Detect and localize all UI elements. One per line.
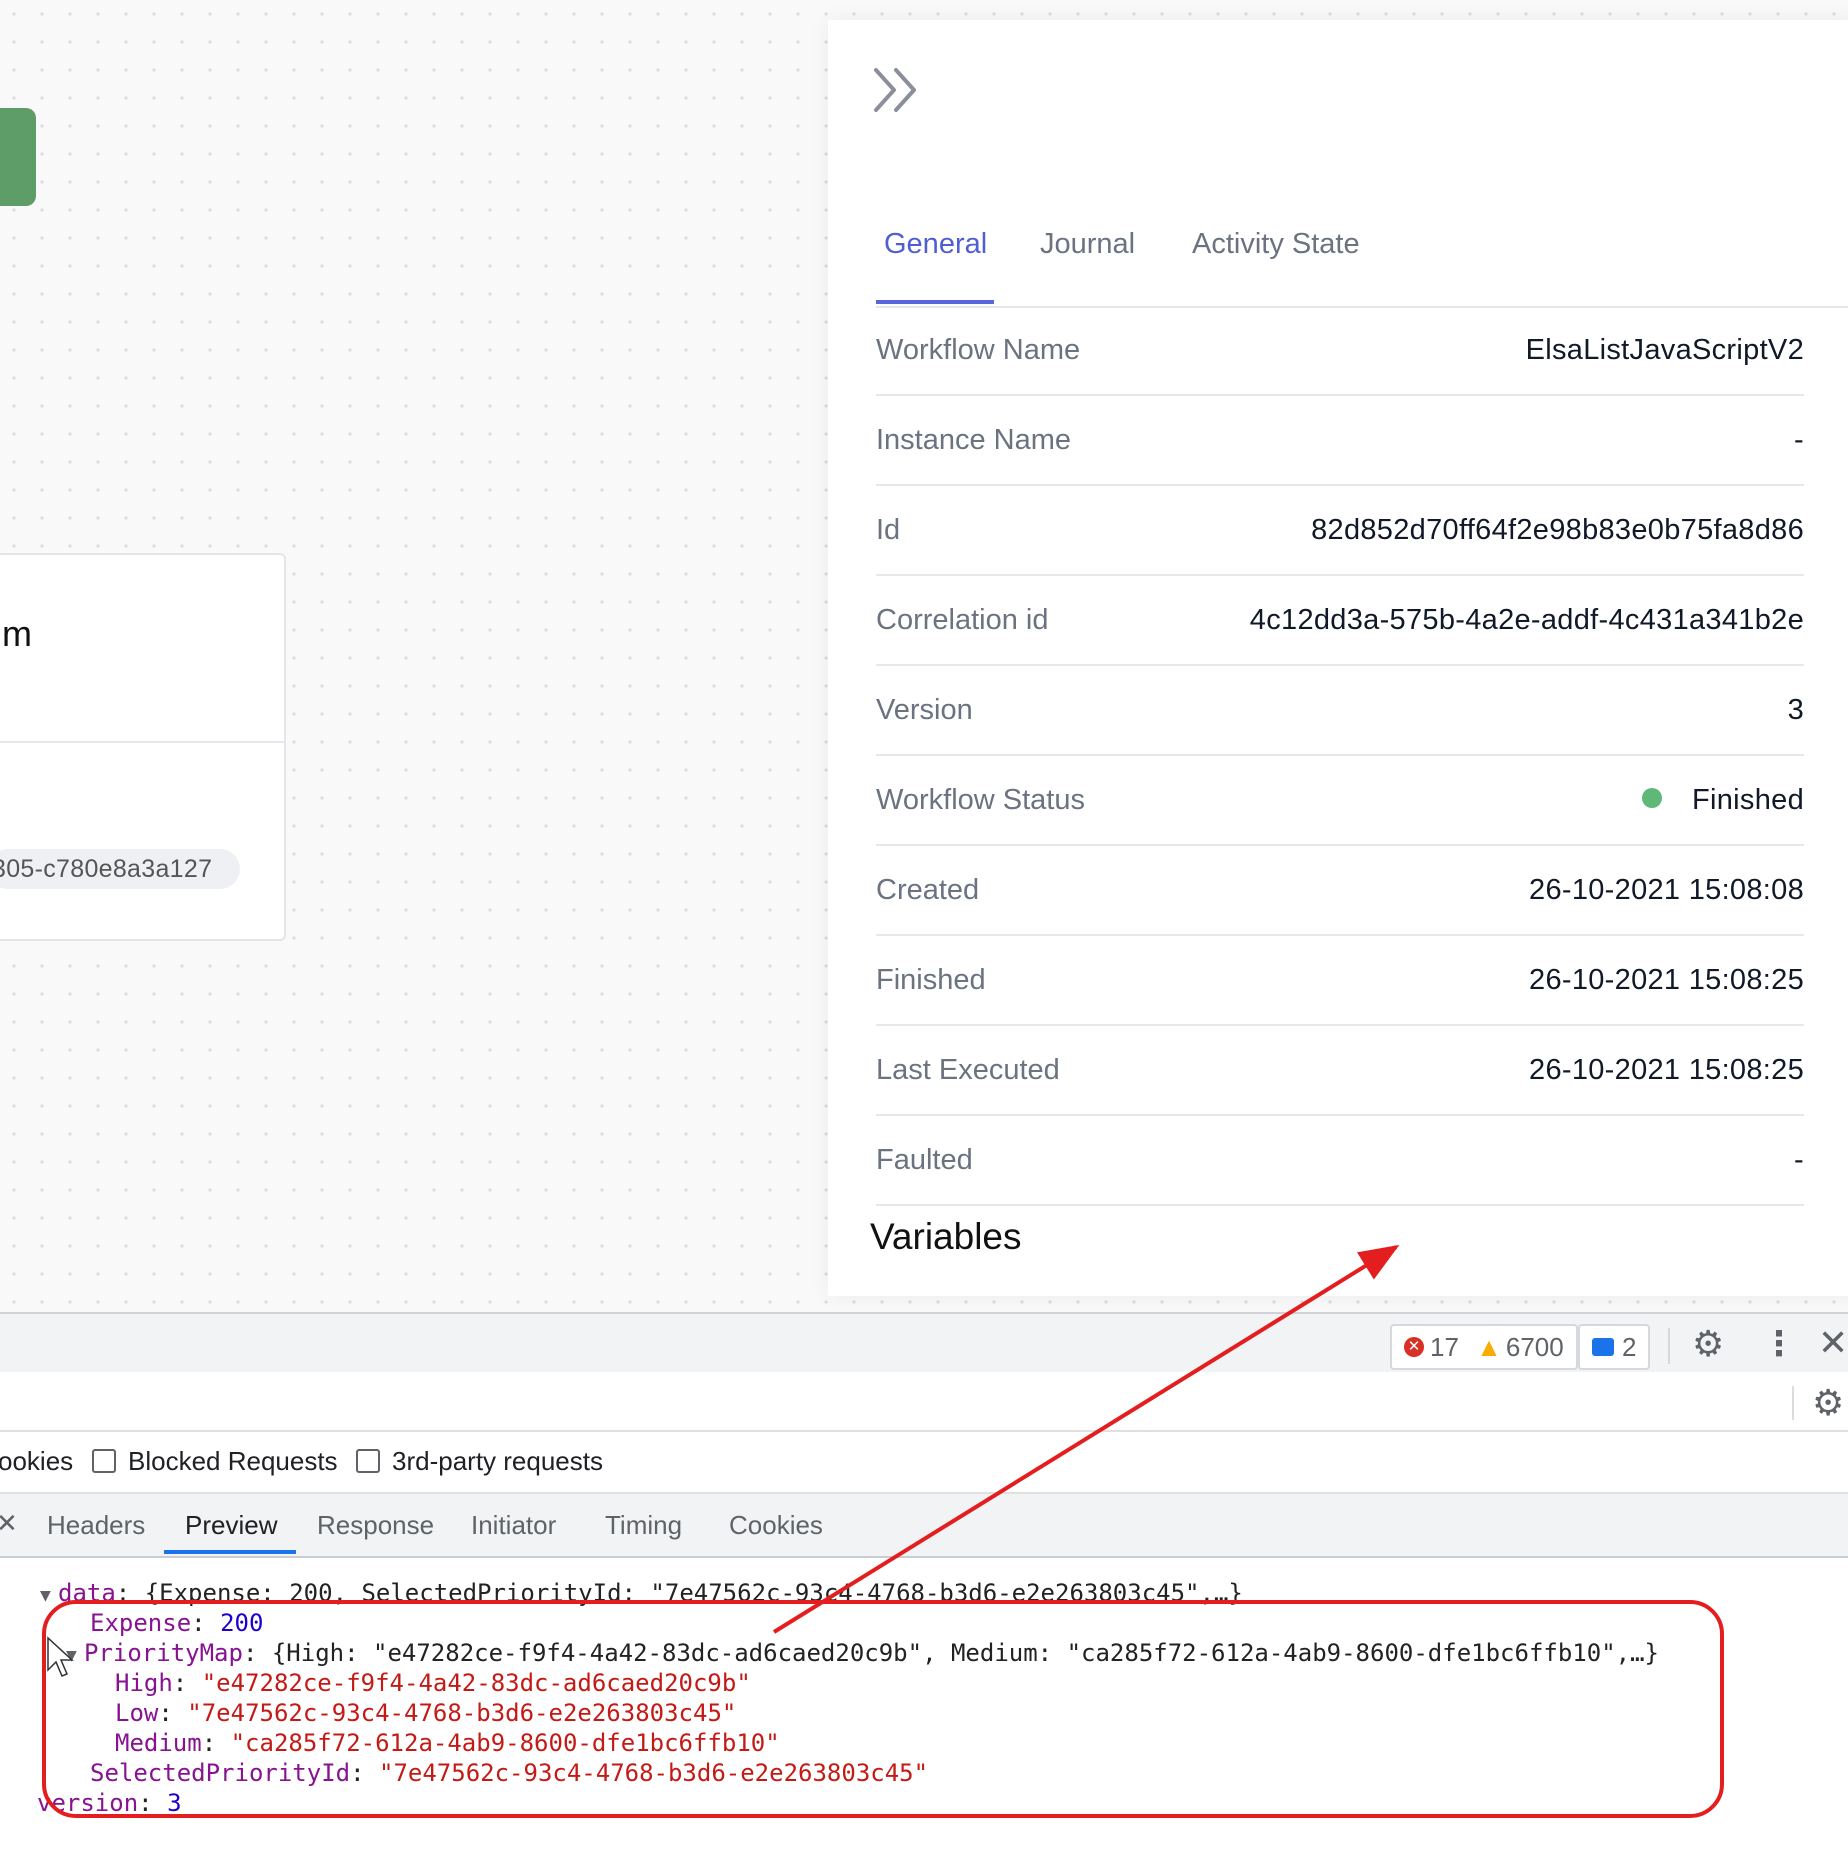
- third-party-checkbox[interactable]: [356, 1449, 380, 1473]
- tab-timing[interactable]: Timing: [605, 1510, 682, 1541]
- more-options-icon[interactable]: ⋮: [1762, 1326, 1796, 1362]
- warning-count: 6700: [1505, 1332, 1564, 1362]
- row-value: 3: [1787, 694, 1804, 726]
- row-value: 82d852d70ff64f2e98b83e0b75fa8d86: [1311, 514, 1804, 546]
- expand-triangle-icon[interactable]: ▼: [40, 1581, 58, 1611]
- row-value: -: [1794, 424, 1804, 456]
- active-tab-indicator: [876, 300, 994, 304]
- json-preview[interactable]: ▼ data: {Expense: 200, SelectedPriorityId…: [0, 1558, 1830, 1851]
- row-value: ElsaListJavaScriptV2: [1525, 334, 1804, 366]
- row-value: 26-10-2021 15:08:08: [1529, 874, 1804, 906]
- message-icon: [1592, 1338, 1614, 1357]
- row-label: Faulted: [876, 1144, 973, 1176]
- row-label: Finished: [876, 964, 986, 996]
- activity-card[interactable]: m 305-c780e8a3a127: [0, 553, 286, 941]
- row-value: Finished: [1641, 784, 1804, 817]
- toolbar-separator: [1668, 1328, 1670, 1364]
- workflow-instance-panel: General Journal Activity State Workflow …: [828, 20, 1848, 1296]
- json-line-data[interactable]: ▼ data: {Expense: 200, SelectedPriorityId…: [40, 1578, 1243, 1611]
- settings-gear-icon[interactable]: ⚙: [1692, 1326, 1724, 1362]
- console-counts-button[interactable]: ✕ 17 ▲ 6700: [1390, 1324, 1578, 1370]
- row-version: Version 3: [876, 666, 1804, 756]
- json-line-medium: Medium: "ca285f72-612a-4ab9-8600-dfe1bc6…: [115, 1729, 780, 1757]
- blocked-cookies-label: ookies: [0, 1446, 74, 1476]
- row-label: Created: [876, 874, 980, 906]
- network-toolbar: ⚙: [0, 1372, 1848, 1432]
- row-workflow-name: Workflow Name ElsaListJavaScriptV2: [876, 306, 1804, 396]
- row-instance-name: Instance Name -: [876, 396, 1804, 486]
- tab-initiator[interactable]: Initiator: [471, 1510, 556, 1541]
- error-count: 17: [1430, 1332, 1459, 1362]
- activity-title: m: [2, 613, 32, 654]
- status-dot-icon: [1641, 788, 1662, 809]
- close-detail-icon[interactable]: ✕: [0, 1508, 18, 1539]
- variables-heading: Variables: [870, 1216, 1022, 1257]
- json-line-version: version: 3: [37, 1789, 182, 1817]
- warning-icon: ▲: [1476, 1332, 1502, 1362]
- third-party-label: 3rd-party requests: [392, 1446, 603, 1476]
- json-line-low: Low: "7e47562c-93c4-4768-b3d6-e2e263803c…: [115, 1699, 737, 1727]
- chevron-double-right-icon[interactable]: [872, 66, 924, 114]
- tab-cookies[interactable]: Cookies: [729, 1510, 823, 1541]
- network-filter-bar: ookies Blocked Requests 3rd-party reques…: [0, 1432, 1848, 1494]
- devtools-main-toolbar: ✕ 17 ▲ 6700 2 ⚙ ⋮ ✕: [0, 1312, 1848, 1374]
- row-faulted: Faulted -: [876, 1116, 1804, 1206]
- request-detail-tabs: ✕ Headers Preview Response Initiator Tim…: [0, 1494, 1848, 1558]
- row-label: Last Executed: [876, 1054, 1060, 1086]
- expand-triangle-icon[interactable]: ▼: [66, 1641, 84, 1671]
- row-value: 26-10-2021 15:08:25: [1529, 1054, 1804, 1086]
- row-correlation-id: Correlation id 4c12dd3a-575b-4a2e-addf-4…: [876, 576, 1804, 666]
- panel-tabs: General Journal Activity State: [876, 200, 1848, 308]
- tab-headers[interactable]: Headers: [47, 1510, 145, 1541]
- json-line-expense: Expense: 200: [90, 1609, 264, 1637]
- general-properties: Workflow Name ElsaListJavaScriptV2 Insta…: [876, 306, 1804, 1206]
- tab-general[interactable]: General: [884, 228, 987, 261]
- prioritymap-summary: {High: "e47282ce-f9f4-4a42-83dc-ad6caed2…: [271, 1639, 1659, 1667]
- issues-count: 2: [1622, 1332, 1637, 1362]
- row-value: -: [1794, 1144, 1804, 1176]
- issues-button[interactable]: 2: [1578, 1324, 1651, 1370]
- activity-divider: [0, 741, 284, 743]
- row-label: Workflow Status: [876, 784, 1085, 816]
- row-label: Instance Name: [876, 424, 1072, 456]
- network-settings-gear-icon[interactable]: ⚙: [1812, 1382, 1844, 1424]
- row-workflow-status: Workflow Status Finished: [876, 756, 1804, 846]
- tab-activity-state[interactable]: Activity State: [1192, 228, 1360, 261]
- close-devtools-icon[interactable]: ✕: [1818, 1324, 1848, 1362]
- activity-id-pill: 305-c780e8a3a127: [0, 849, 241, 889]
- row-label: Correlation id: [876, 604, 1049, 636]
- tab-response[interactable]: Response: [317, 1510, 434, 1541]
- row-finished: Finished 26-10-2021 15:08:25: [876, 936, 1804, 1026]
- json-line-selectedpriorityid: SelectedPriorityId: "7e47562c-93c4-4768-…: [90, 1759, 929, 1787]
- status-text: Finished: [1691, 784, 1804, 816]
- active-subtab-indicator: [164, 1550, 296, 1554]
- json-line-high: High: "e47282ce-f9f4-4a42-83dc-ad6caed20…: [115, 1669, 751, 1697]
- row-created: Created 26-10-2021 15:08:08: [876, 846, 1804, 936]
- row-value: 4c12dd3a-575b-4a2e-addf-4c431a341b2e: [1249, 604, 1804, 636]
- devtools-pane: ✕ 17 ▲ 6700 2 ⚙ ⋮ ✕ ⚙ ookies Blocked Reque…: [0, 1312, 1848, 1851]
- row-label: Id: [876, 514, 901, 546]
- row-id: Id 82d852d70ff64f2e98b83e0b75fa8d86: [876, 486, 1804, 576]
- tab-preview[interactable]: Preview: [185, 1510, 277, 1541]
- blocked-requests-checkbox[interactable]: [92, 1449, 116, 1473]
- tab-journal[interactable]: Journal: [1040, 228, 1135, 261]
- row-value: 26-10-2021 15:08:25: [1529, 964, 1804, 996]
- start-activity-node[interactable]: [0, 108, 36, 206]
- blocked-requests-label: Blocked Requests: [128, 1446, 338, 1476]
- data-summary: {Expense: 200, SelectedPriorityId: "7e47…: [144, 1579, 1243, 1607]
- row-last-executed: Last Executed 26-10-2021 15:08:25: [876, 1026, 1804, 1116]
- error-icon: ✕: [1404, 1337, 1424, 1358]
- toolbar-separator: [1792, 1386, 1794, 1420]
- json-line-prioritymap[interactable]: ▼ PriorityMap: {High: "e47282ce-f9f4-4a42…: [66, 1638, 1659, 1671]
- row-label: Version: [876, 694, 973, 726]
- row-label: Workflow Name: [876, 334, 1081, 366]
